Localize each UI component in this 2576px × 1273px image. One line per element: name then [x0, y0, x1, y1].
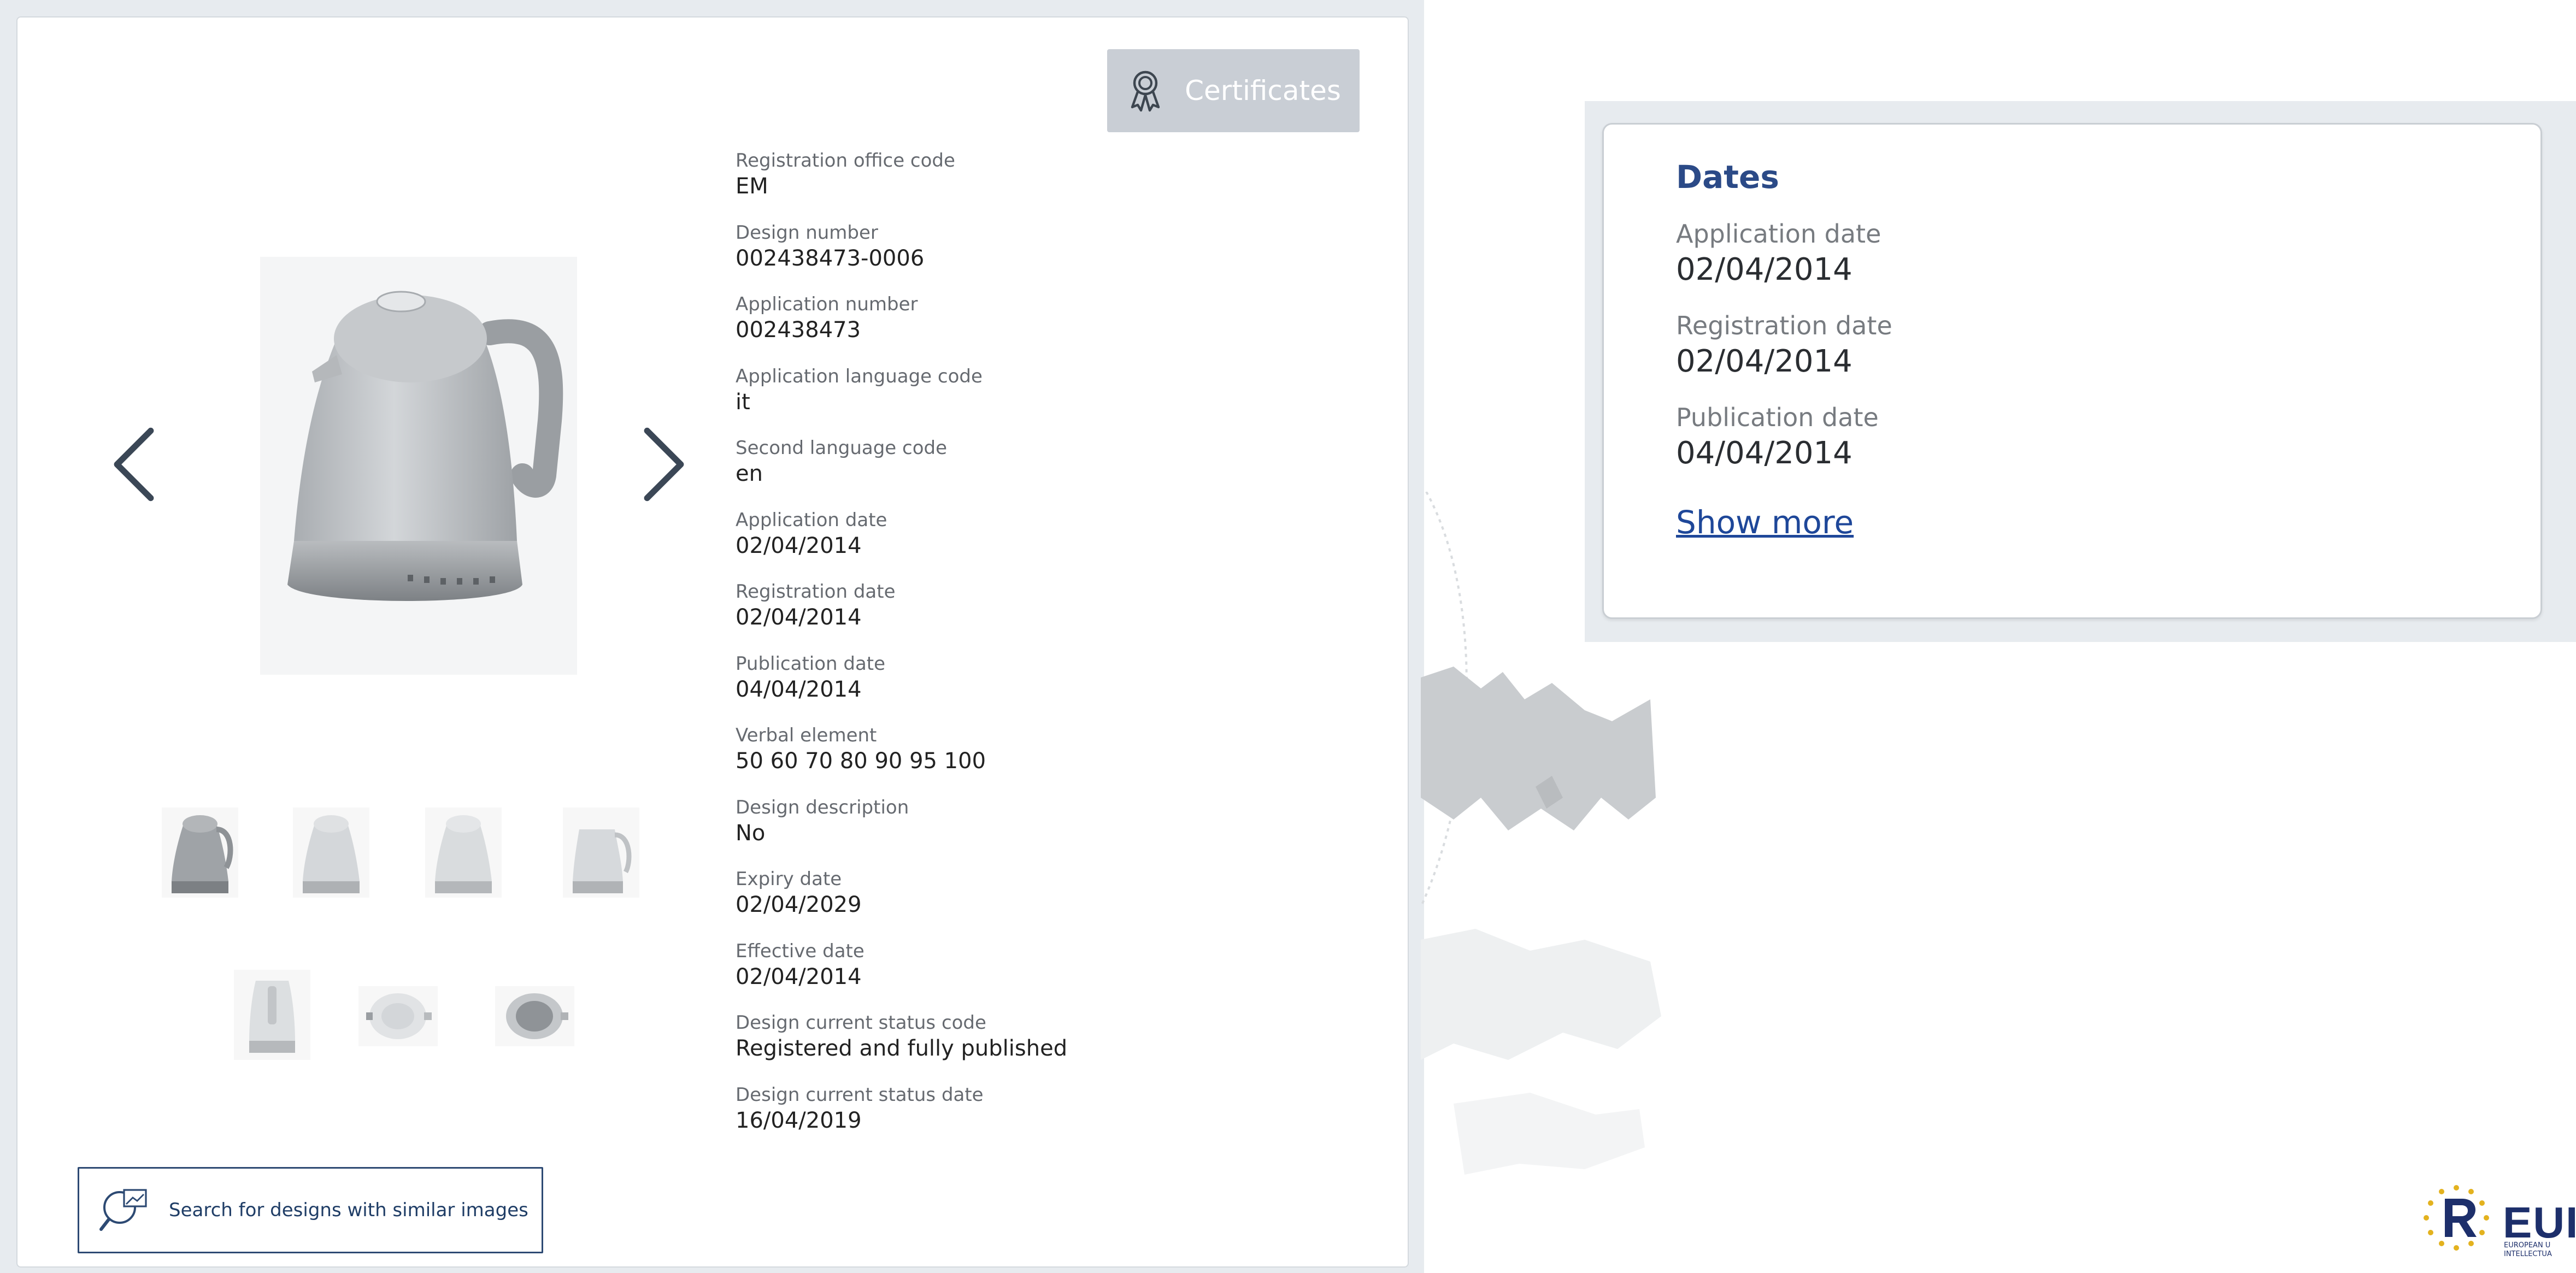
- design-detail-card: [16, 16, 1409, 1268]
- meta-publication-date: Publication date 04/04/2014: [736, 652, 886, 702]
- image-search-icon: [99, 1189, 147, 1231]
- chevron-right-icon: [644, 427, 684, 502]
- logo-subtitle: EUROPEAN U INTELLECTUA: [2504, 1241, 2552, 1258]
- meta-registration-office-code: Registration office code EM: [736, 150, 955, 199]
- meta-registration-date: Registration date 02/04/2014: [736, 581, 896, 630]
- dates-panel: Dates Application date 02/04/2014 Regist…: [1602, 123, 2542, 619]
- meta-application-date: Application date 02/04/2014: [736, 509, 887, 558]
- carousel-next-button[interactable]: [634, 423, 694, 505]
- thumbnail[interactable]: [563, 808, 639, 898]
- search-similar-images-label: Search for designs with similar images: [169, 1199, 528, 1221]
- meta-effective-date: Effective date 02/04/2014: [736, 940, 864, 989]
- thumbnail[interactable]: [358, 986, 438, 1046]
- meta-application-language-code: Application language code it: [736, 365, 983, 415]
- dates-registration-date: Registration date 02/04/2014: [1676, 311, 1892, 379]
- search-similar-images-button[interactable]: Search for designs with similar images: [78, 1167, 543, 1253]
- meta-verbal-element: Verbal element 50 60 70 80 90 95 100: [736, 724, 986, 774]
- meta-design-current-status-date: Design current status date 16/04/2019: [736, 1083, 984, 1133]
- certificates-button[interactable]: Certificates: [1107, 49, 1360, 132]
- design-metadata-list: Registration office code EM Design numbe…: [736, 149, 1096, 1154]
- thumbnail[interactable]: [495, 986, 574, 1046]
- meta-design-number: Design number 002438473-0006: [736, 221, 925, 271]
- thumbnail[interactable]: [162, 808, 238, 898]
- thumbnail[interactable]: [425, 808, 502, 898]
- carousel-prev-button[interactable]: [104, 423, 164, 505]
- thumbnail[interactable]: [293, 808, 369, 898]
- award-icon: [1131, 70, 1160, 112]
- chevron-left-icon: [114, 427, 154, 502]
- dates-panel-title: Dates: [1676, 158, 1779, 196]
- kettle-image: [260, 257, 577, 675]
- meta-design-description: Design description No: [736, 796, 909, 846]
- thumbnail[interactable]: [234, 970, 310, 1060]
- dates-application-date: Application date 02/04/2014: [1676, 219, 1881, 287]
- dates-publication-date: Publication date 04/04/2014: [1676, 403, 1879, 471]
- euipo-logo: EUI EUROPEAN U INTELLECTUA: [2415, 1175, 2576, 1273]
- eu-stars-icon: [2424, 1185, 2489, 1251]
- show-more-link[interactable]: Show more: [1676, 500, 1854, 544]
- certificates-label: Certificates: [1185, 75, 1341, 107]
- logo-wordmark: EUI: [2503, 1198, 2576, 1247]
- meta-application-number: Application number 002438473: [736, 293, 918, 343]
- meta-second-language-code: Second language code en: [736, 437, 948, 486]
- meta-expiry-date: Expiry date 02/04/2029: [736, 868, 862, 917]
- meta-design-current-status-code: Design current status code Registered an…: [736, 1012, 1068, 1061]
